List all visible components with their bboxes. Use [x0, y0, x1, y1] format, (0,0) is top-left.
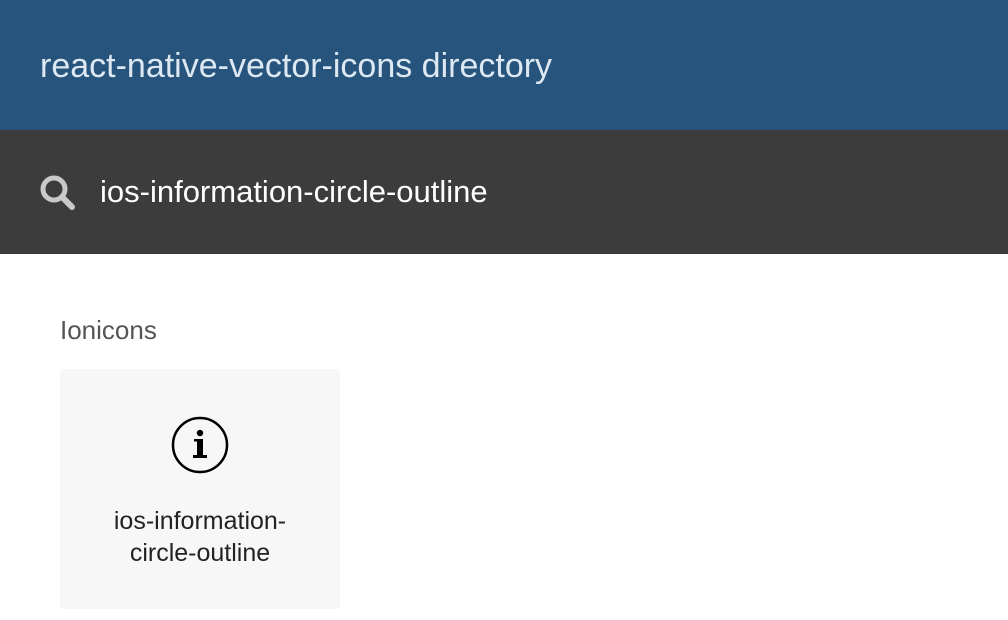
information-circle-outline-icon — [170, 415, 230, 475]
search-input[interactable] — [100, 170, 980, 214]
search-icon — [38, 173, 78, 213]
app-header: react-native-vector-icons directory — [0, 0, 1008, 130]
icon-family-title: Ionicons — [60, 315, 157, 345]
icon-name-line-1: ios-information- — [113, 507, 287, 535]
icon-name-line-2: circle-outline — [129, 539, 271, 567]
icon-name: ios-information- circle-outline — [80, 505, 320, 569]
icon-card[interactable]: ios-information- circle-outline — [60, 369, 340, 609]
page-title: react-native-vector-icons directory — [40, 47, 553, 85]
results-area: Ionicons ios-information- circle-outline — [0, 254, 1008, 620]
search-bar — [0, 130, 1008, 254]
